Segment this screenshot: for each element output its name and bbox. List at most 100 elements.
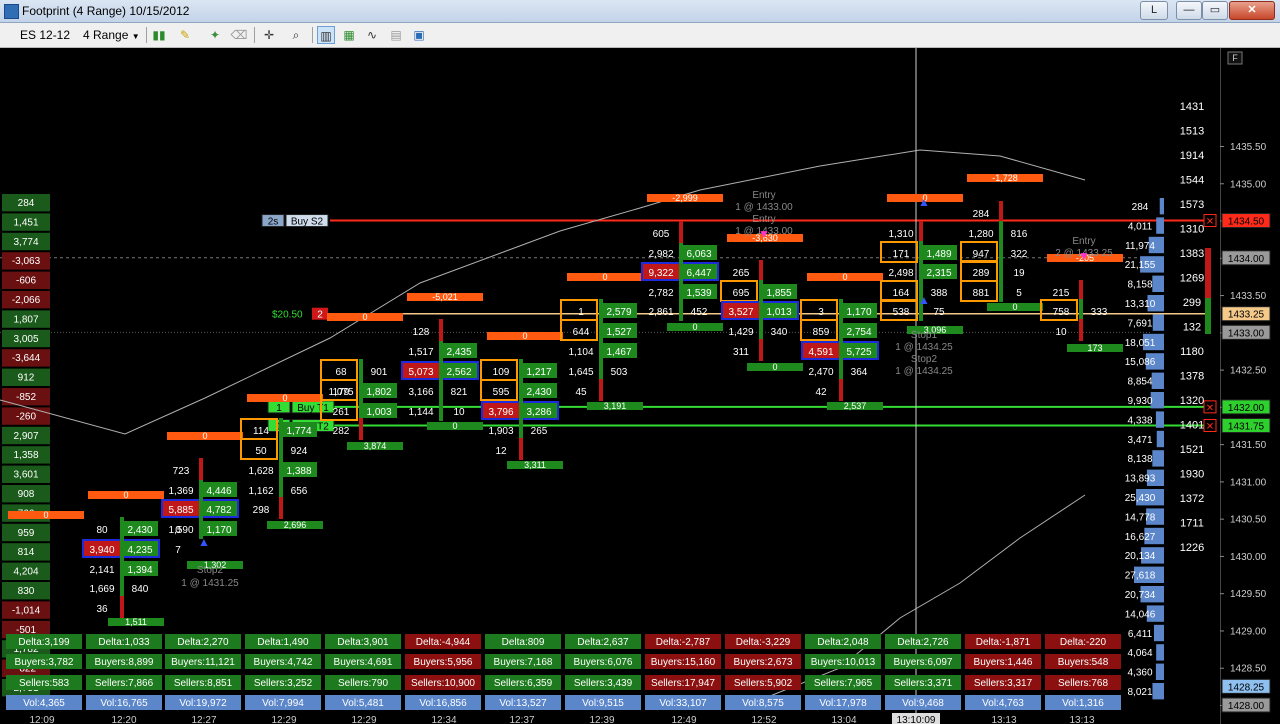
properties-icon[interactable]: ▣ xyxy=(410,26,428,44)
instrument-select[interactable]: ES 12-12 ▼ xyxy=(20,26,80,59)
indicator-icon[interactable]: ∿ xyxy=(363,26,381,44)
summary-buyers-cell: Buyers:7,168 xyxy=(485,654,561,669)
summary-sellers-cell: Sellers:3,439 xyxy=(565,675,641,690)
close-button[interactable]: ✕ xyxy=(1229,1,1275,20)
volume-value: 7,691 xyxy=(1127,318,1152,329)
chart-canvas[interactable]: F 1435.50 1435.00 1434.50 1434.00 1433.50 1433… xyxy=(0,48,1280,724)
left-delta-value: -3,644 xyxy=(12,353,41,364)
price-tick xyxy=(1220,667,1224,669)
volume-value: 8,021 xyxy=(1127,687,1152,698)
price-badge-label: 1433.25 xyxy=(1228,310,1265,321)
pnl-label: $20.50 xyxy=(272,310,303,321)
volume-value: 14,046 xyxy=(1125,609,1156,620)
footprint-cell-value: 322 xyxy=(1011,249,1028,260)
price-badge-label: 1432.00 xyxy=(1228,403,1265,414)
eraser-icon[interactable]: ⌫ xyxy=(230,26,248,44)
footprint-cell-value: 595 xyxy=(493,387,510,398)
candle-segment xyxy=(439,379,443,401)
summary-sellers-cell: Sellers:3,371 xyxy=(885,675,961,690)
footprint-cell-value: 924 xyxy=(291,446,308,457)
period-select[interactable]: 4 Range ▼ xyxy=(83,26,141,44)
minimize-button[interactable]: — xyxy=(1176,1,1202,20)
footprint-cell-value: 9,322 xyxy=(648,268,673,279)
volume-profile-value: 1372 xyxy=(1180,493,1204,505)
left-delta-value: -852 xyxy=(16,392,36,403)
candle-segment xyxy=(599,359,603,381)
summary-buyers-cell: Buyers:2,673 xyxy=(725,654,801,669)
footprint-cell-value: 2,782 xyxy=(648,288,673,299)
price-axis-label: 1435.00 xyxy=(1230,179,1267,190)
order-cancel-glyph: ✕ xyxy=(1206,217,1214,228)
bar-bottom-total-value: 3,191 xyxy=(604,401,627,411)
bar-delta-header-value: -1,728 xyxy=(992,173,1018,183)
template-icon[interactable]: ▤ xyxy=(387,26,405,44)
summary-sellers-cell: Sellers:790 xyxy=(325,675,401,690)
footprint-cell-value: 3,286 xyxy=(526,407,551,418)
panel-f-label: F xyxy=(1232,53,1238,63)
summary-vol-cell: Vol:17,978 xyxy=(805,695,881,710)
summary-cell-value: Delta:2,048 xyxy=(817,637,869,648)
candle-segment xyxy=(1079,299,1083,321)
left-delta-value: 1,451 xyxy=(13,217,38,228)
volume-value: 6,411 xyxy=(1128,629,1153,640)
candle-segment xyxy=(359,418,363,440)
footprint-cell-value: 3,527 xyxy=(728,307,753,318)
footprint-cell-value: 2,470 xyxy=(808,367,833,378)
crosshair-icon[interactable]: ✛ xyxy=(260,26,278,44)
candle-segment xyxy=(919,241,923,263)
footprint-cell-value: 333 xyxy=(1091,307,1108,318)
volume-value: 27,618 xyxy=(1125,571,1156,582)
summary-vol-cell: Vol:33,107 xyxy=(645,695,721,710)
volume-bar xyxy=(1159,198,1164,215)
summary-cell-value: Delta:809 xyxy=(502,637,545,648)
summary-cell-value: Buyers:1,446 xyxy=(974,657,1033,668)
pnl-qty: 2 xyxy=(317,310,323,321)
volume-profile-value: 1383 xyxy=(1180,248,1204,260)
volume-profile-value: 1914 xyxy=(1180,150,1204,162)
summary-cell-value: Vol:9,468 xyxy=(902,698,944,709)
volume-value: 15,086 xyxy=(1125,357,1156,368)
footprint-cell-value: 2,562 xyxy=(446,367,471,378)
order-cancel-glyph: ✕ xyxy=(1206,422,1214,433)
left-delta-value: -1,014 xyxy=(12,605,41,616)
footprint-cell-value: 12 xyxy=(495,446,507,457)
zoom-icon[interactable]: ⌕ xyxy=(287,26,305,44)
bar-delta-header-value: 0 xyxy=(362,312,367,322)
candle-segment xyxy=(199,497,203,519)
pencil-icon[interactable]: ✎ xyxy=(176,26,194,44)
volume-bar xyxy=(1151,372,1164,389)
time-axis-label: 13:13 xyxy=(991,715,1016,724)
summary-cell-value: Delta:2,637 xyxy=(577,637,629,648)
summary-buyers-cell: Buyers:15,160 xyxy=(645,654,721,669)
bars-icon[interactable]: ▮▮ xyxy=(150,26,168,44)
link-button[interactable]: L xyxy=(1140,1,1168,20)
left-delta-value: 908 xyxy=(18,489,35,500)
bar-bottom-total-value: 2,537 xyxy=(844,401,867,411)
candle-segment xyxy=(359,399,363,421)
left-delta-value: 1,807 xyxy=(13,314,38,325)
order-annotation: Entry xyxy=(752,214,775,225)
price-axis-divider xyxy=(1220,48,1221,724)
summary-vol-cell: Vol:4,763 xyxy=(965,695,1041,710)
candle-segment xyxy=(839,299,843,321)
price-axis-label: 1429.50 xyxy=(1230,589,1267,600)
chart-style-icon[interactable]: ▥ xyxy=(317,26,335,44)
footprint-cell-value: 1,104 xyxy=(568,347,593,358)
volume-value: 4,011 xyxy=(1128,221,1153,232)
summary-delta-cell: Delta:3,199 xyxy=(6,634,82,649)
summary-vol-cell: Vol:1,316 xyxy=(1045,695,1121,710)
footprint-chart[interactable]: F 1435.50 1435.00 1434.50 1434.00 1433.50 1433… xyxy=(0,48,1280,724)
candle-segment xyxy=(599,339,603,361)
volume-bar xyxy=(1155,663,1164,680)
candle-segment xyxy=(679,260,683,282)
candle-segment xyxy=(999,221,1003,243)
candle-segment xyxy=(279,458,283,480)
candle-segment xyxy=(279,438,283,460)
footprint-cell-value: 1,669 xyxy=(89,584,114,595)
summary-cell-value: Sellers:768 xyxy=(1058,678,1108,689)
volume-value: 20,734 xyxy=(1125,590,1156,601)
volume-value: 8,158 xyxy=(1127,280,1152,291)
wand-icon[interactable]: ✦ xyxy=(206,26,224,44)
maximize-button[interactable]: ▭ xyxy=(1202,1,1228,20)
bar-type-icon[interactable]: ▦ xyxy=(340,26,358,44)
